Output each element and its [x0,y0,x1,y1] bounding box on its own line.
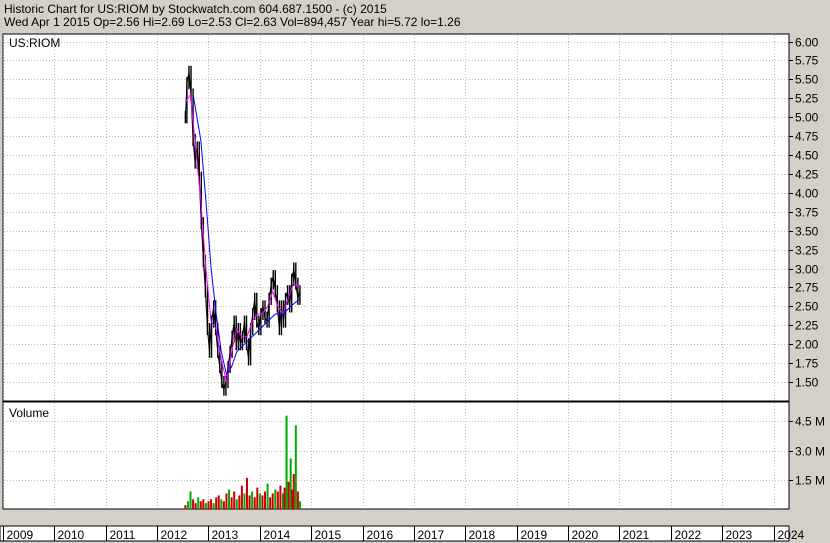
volume-bar [220,499,223,509]
price-tick-label: 4.75 [795,130,819,144]
price-tick-label: 1.50 [795,376,819,390]
volume-bar [258,493,261,509]
volume-bar [238,495,241,509]
volume-bar [283,487,286,509]
volume-bar [199,501,202,509]
year-label: 2024 [778,528,805,542]
volume-bar [274,489,277,509]
volume-bar [189,491,192,509]
volume-bar [240,485,243,509]
volume-bar [256,487,259,509]
volume-bar [296,491,299,509]
year-label: 2011 [110,528,136,542]
year-label: 2018 [469,528,496,542]
volume-bar [251,491,254,509]
volume-bar [212,503,215,509]
year-label: 2019 [521,528,548,542]
volume-bar [222,501,225,509]
volume-bar [243,493,246,509]
price-tick-label: 5.75 [795,54,819,68]
volume-bar [279,485,282,509]
volume-tick-label: 3.0 M [795,445,825,459]
price-tick-label: 3.50 [795,225,819,239]
volume-bar [269,497,272,509]
price-tick-label: 2.50 [795,300,819,314]
volume-bar [197,497,200,509]
price-tick-label: 2.25 [795,319,819,333]
year-label: 2009 [7,528,34,542]
price-tick-label: 5.25 [795,92,819,106]
price-tick-label: 3.75 [795,206,819,220]
volume-bar [287,481,290,509]
volume-bar [217,495,220,509]
volume-bar [194,503,197,509]
year-label: 2021 [623,528,650,542]
volume-chart-title: Volume [9,406,49,420]
volume-bar [207,501,210,509]
year-label: 2010 [58,528,85,542]
price-tick-label: 4.50 [795,149,819,163]
price-tick-label: 6.00 [795,36,819,50]
year-label: 2015 [315,528,342,542]
volume-bar [184,505,187,509]
price-chart-title: US:RIOM [9,36,60,50]
price-tick-label: 1.75 [795,357,819,371]
volume-bar [298,501,301,509]
volume-bar [276,491,279,509]
year-label: 2023 [726,528,753,542]
year-label: 2020 [572,528,599,542]
volume-bar [210,499,213,509]
year-label: 2017 [418,528,445,542]
volume-bar [271,493,274,509]
volume-bar [285,415,288,509]
volume-bar [261,495,264,509]
year-label: 2022 [675,528,702,542]
price-tick-label: 5.50 [795,73,819,87]
volume-bar [204,503,207,509]
volume-bar [235,499,238,509]
volume-tick-label: 4.5 M [795,415,825,429]
year-label: 2016 [367,528,394,542]
year-label: 2012 [161,528,188,542]
volume-bar [292,473,295,509]
volume-bar [215,497,218,509]
volume-bar [230,497,233,509]
price-tick-label: 3.25 [795,244,819,258]
price-tick-label: 2.75 [795,281,819,295]
volume-bar [294,425,297,509]
volume-bar [248,495,251,509]
volume-bar [264,491,266,509]
volume-bar [192,499,195,509]
volume-bar [266,483,269,509]
price-tick-label: 2.00 [795,338,819,352]
volume-bar [228,489,231,509]
price-tick-label: 4.25 [795,168,819,182]
volume-tick-label: 1.5 M [795,474,825,488]
historic-chart: 2009 2010 2011 2012 2013 2014 2015 2016 2017 2018… [0,33,825,542]
volume-bar [253,497,256,509]
year-label: 2014 [264,528,291,542]
year-label: 2013 [212,528,239,542]
volume-bar [186,501,189,509]
price-tick-label: 5.00 [795,111,819,125]
volume-bar [246,477,249,509]
price-tick-label: 3.00 [795,263,819,277]
volume-bar [202,499,205,509]
volume-bar [225,493,228,509]
volume-bar [233,491,236,509]
price-tick-label: 4.00 [795,187,819,201]
